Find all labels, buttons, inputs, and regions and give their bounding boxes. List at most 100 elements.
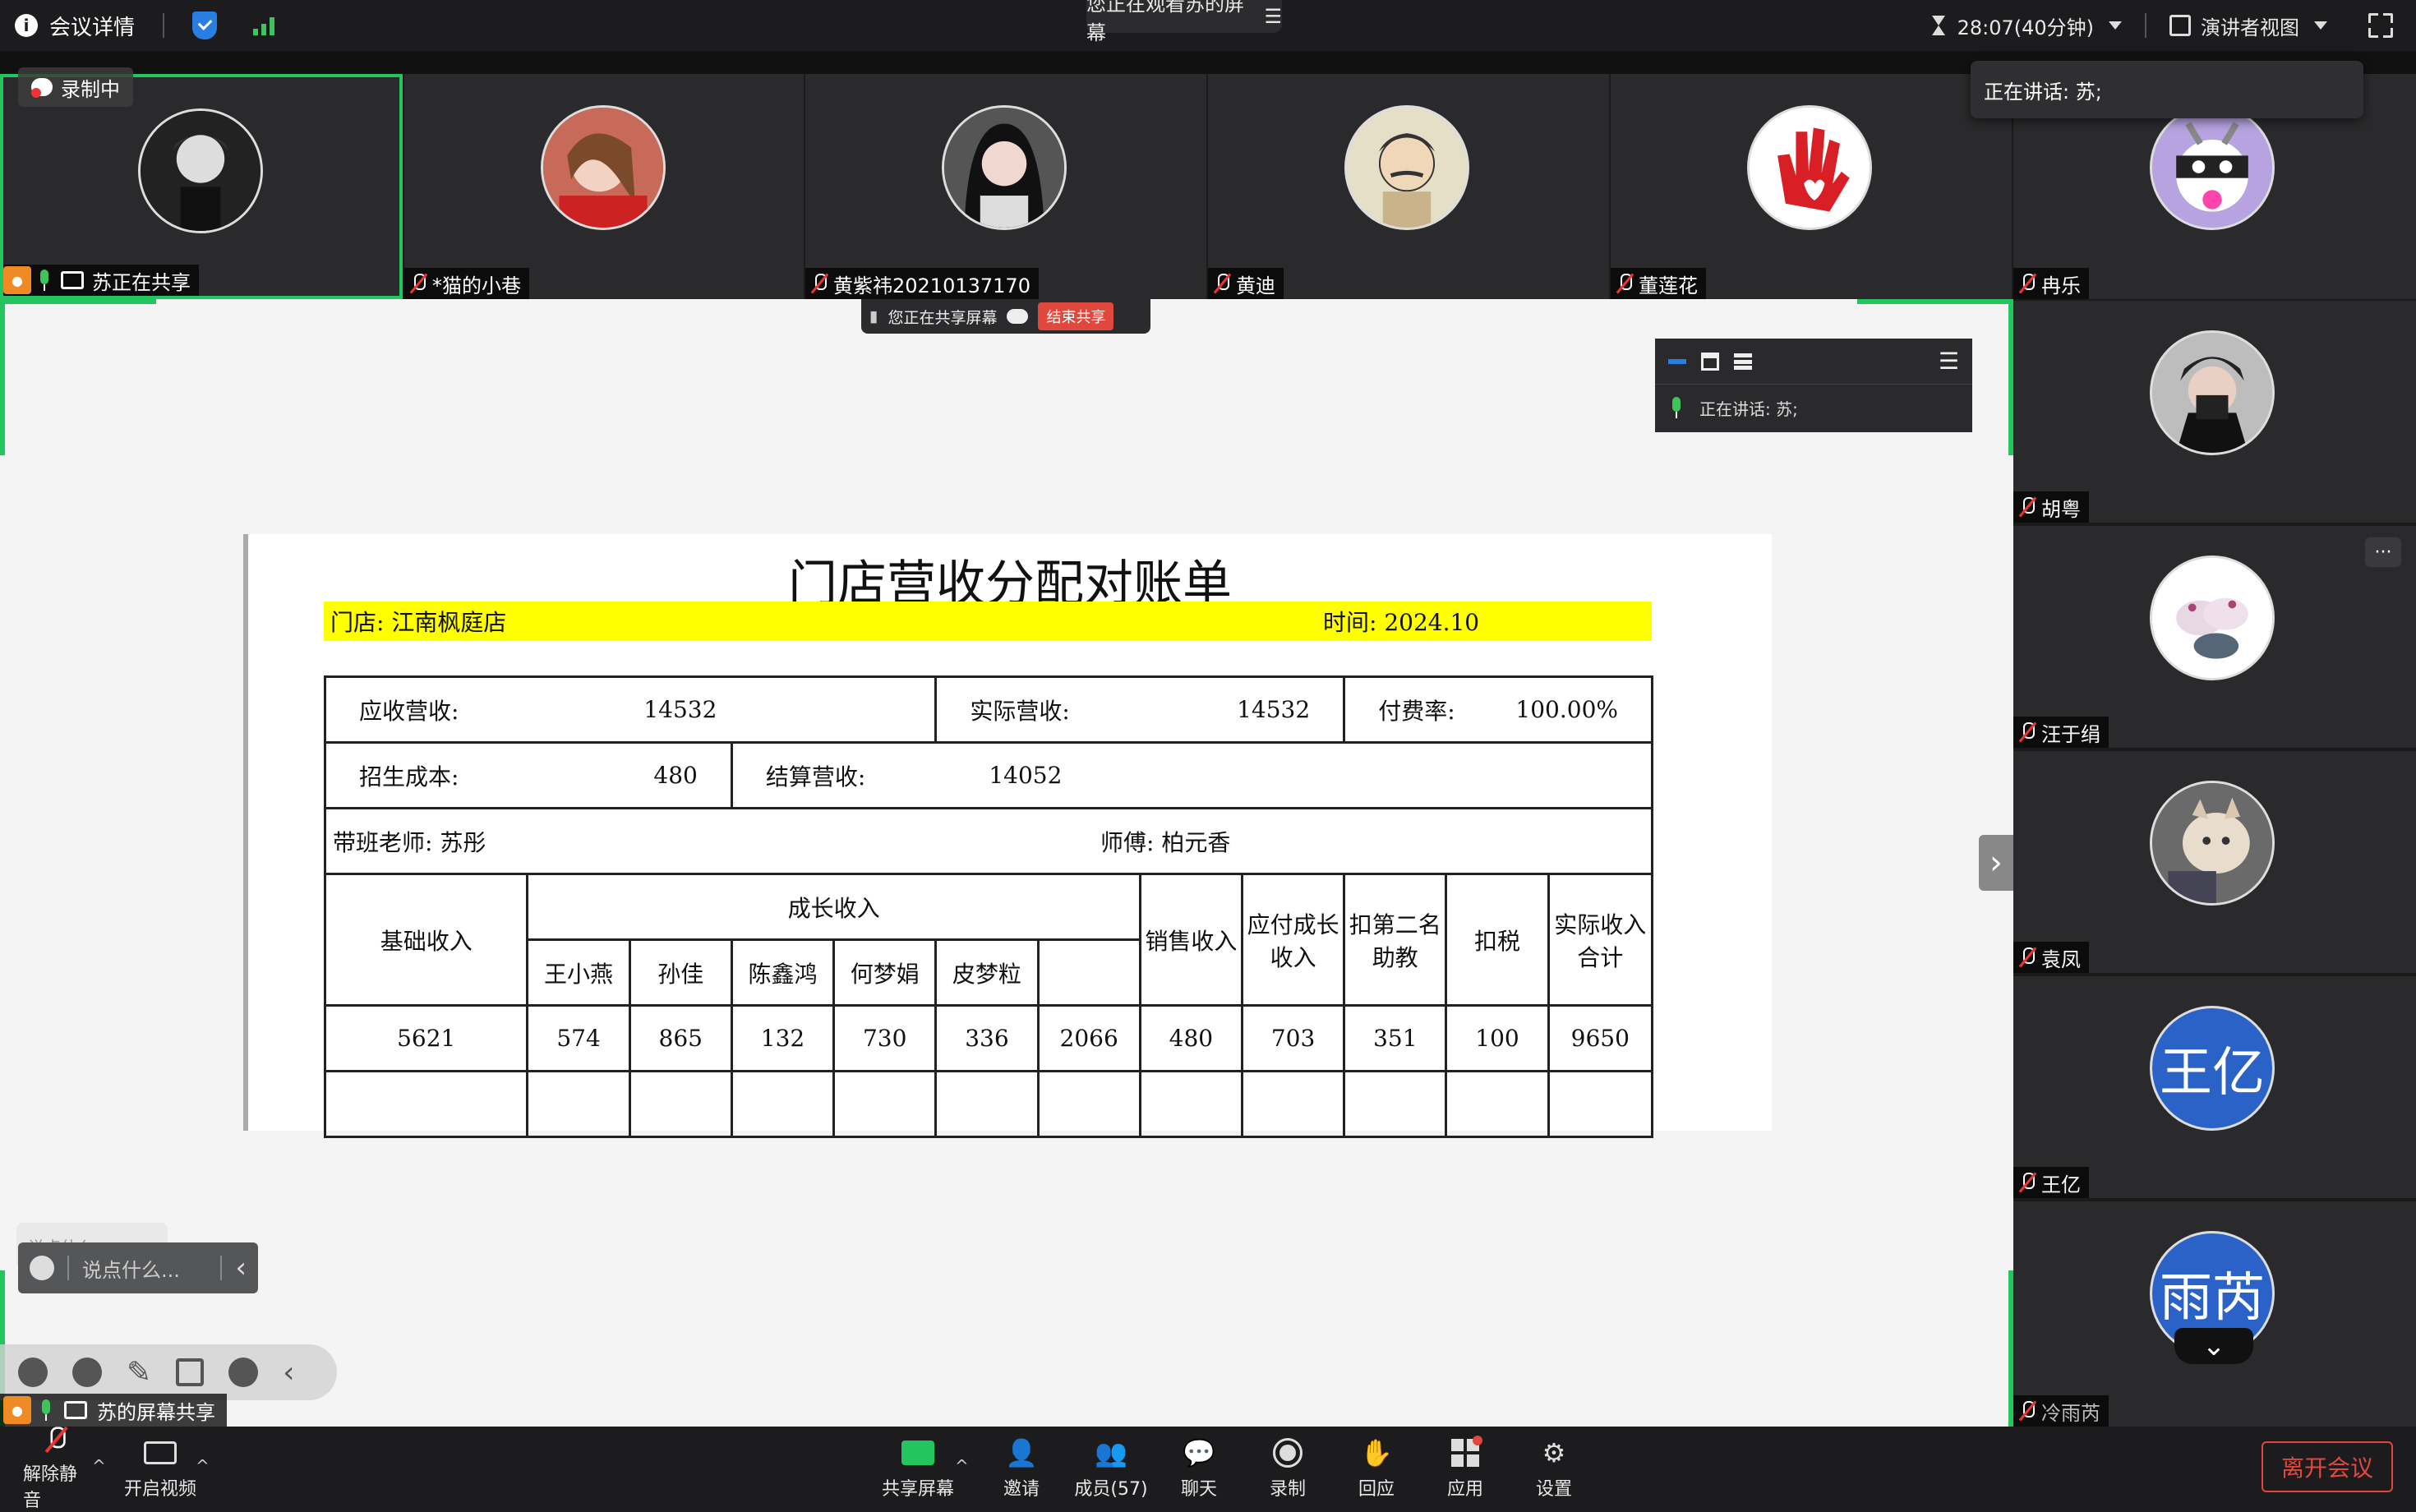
chevron-left-icon[interactable]: ‹ <box>235 1252 247 1284</box>
screen-share-icon <box>61 271 84 289</box>
next-icon[interactable] <box>72 1358 102 1387</box>
unmute-button[interactable]: 解除静音 <box>23 1427 89 1512</box>
view-mode-label[interactable]: 演讲者视图 <box>2201 12 2299 40</box>
table-cell: 730 <box>832 1004 938 1072</box>
video-tile[interactable]: 董莲花 <box>1611 74 2012 299</box>
video-tile[interactable]: *猫的小巷 <box>404 74 804 299</box>
video-tile[interactable]: 黄迪 <box>1208 74 1609 299</box>
previous-icon[interactable] <box>18 1358 48 1387</box>
divider <box>2145 13 2146 38</box>
table-cell: 480 <box>1138 1004 1243 1072</box>
participant-nameplate: 冉乐 <box>2013 268 2089 299</box>
pen-icon[interactable]: ✎ <box>127 1356 151 1390</box>
more-options-icon[interactable]: ··· <box>2365 537 2401 567</box>
collapse-panel-button[interactable]: › <box>1979 835 2013 891</box>
menu-icon[interactable]: ☰ <box>1939 348 1959 375</box>
chevron-down-icon[interactable] <box>2314 21 2327 30</box>
divider <box>67 1256 69 1280</box>
minimize-icon[interactable] <box>1668 358 1686 364</box>
active-speaker-popup: 正在讲话: 苏; <box>1971 61 2363 118</box>
participant-name: 苏正在共享 <box>92 270 191 294</box>
table-header: 应付成长收入 <box>1240 873 1346 1007</box>
record-button[interactable]: 录制 <box>1261 1427 1315 1512</box>
mic-muted-icon <box>2018 496 2036 518</box>
video-tile[interactable]: 汪于绢 <box>2013 526 2416 748</box>
mic-icon <box>38 1399 54 1421</box>
table-header: 何梦娟 <box>832 938 938 1007</box>
table-cell <box>730 1070 836 1138</box>
store-info-bar: 门店: 江南枫庭店 时间: 2024.10 <box>324 602 1652 641</box>
participant-nameplate: 苏正在共享 <box>3 265 199 296</box>
react-button[interactable]: ✋ 回应 <box>1349 1427 1404 1512</box>
table-cell <box>526 1070 631 1138</box>
video-tile[interactable]: 黄紫祎20210137170 <box>805 74 1206 299</box>
recording-badge[interactable]: 录制中 <box>18 67 133 107</box>
signal-strength-icon[interactable] <box>253 16 275 35</box>
video-tile[interactable]: 王亿 王亿 <box>2013 976 2416 1198</box>
table-header <box>1036 938 1141 1007</box>
chevron-down-icon[interactable] <box>2109 21 2122 30</box>
more-icon[interactable] <box>228 1358 259 1387</box>
emoji-icon[interactable] <box>30 1256 54 1280</box>
security-shield-icon[interactable] <box>192 12 218 39</box>
invite-button[interactable]: 👤 邀请 <box>994 1427 1049 1512</box>
start-video-button[interactable]: 开启视频 <box>123 1427 197 1512</box>
apps-button[interactable]: 应用 <box>1438 1427 1492 1512</box>
avatar <box>2150 330 2275 455</box>
list-view-icon[interactable] <box>1734 353 1752 370</box>
table-header: 王小燕 <box>526 938 631 1007</box>
table-cell <box>832 1070 938 1138</box>
meeting-timer[interactable]: 28:07(40分钟) <box>1957 12 2094 40</box>
viewing-screen-banner[interactable]: 您正在观看苏的屏幕 ☰ <box>1086 0 1282 44</box>
chevron-up-icon[interactable]: ^ <box>92 1456 106 1476</box>
mic-icon <box>1668 397 1685 418</box>
avatar <box>541 105 666 230</box>
menu-icon[interactable]: ☰ <box>1264 5 1282 28</box>
members-button[interactable]: 👥 成员(57) <box>1072 1427 1150 1512</box>
table-header: 扣税 <box>1445 873 1550 1007</box>
chevron-up-icon[interactable]: ^ <box>955 1456 969 1476</box>
time-label: 时间: 2024.10 <box>1323 609 1480 636</box>
table-cell <box>1547 1070 1654 1138</box>
members-icon: 👥 <box>1095 1437 1127 1468</box>
video-tile[interactable]: 苏正在共享 <box>0 74 403 299</box>
share-screen-button[interactable]: 共享屏幕 <box>881 1427 955 1512</box>
speaker-view-icon[interactable] <box>2169 15 2191 36</box>
floating-video-panel[interactable]: ☰ 正在讲话: 苏; <box>1655 339 1972 432</box>
cloud-record-icon[interactable] <box>1007 309 1029 324</box>
window-icon[interactable] <box>1701 352 1719 371</box>
screen-share-icon <box>64 1401 87 1419</box>
video-tile[interactable]: 胡粤 <box>2013 301 2416 523</box>
hourglass-icon <box>1930 14 1948 37</box>
table-cell: 9650 <box>1547 1004 1654 1072</box>
table-row: 基础收入 成长收入 销售收入 应付成长收入 扣第二名助教 扣税 实际收入合计 <box>323 873 1654 1007</box>
chat-input[interactable]: 说点什么... ‹ <box>18 1242 258 1293</box>
chevron-left-icon[interactable]: ‹ <box>283 1356 294 1390</box>
cell-label: 实际营收: <box>970 697 1070 725</box>
info-icon[interactable]: i <box>15 14 38 37</box>
meeting-window: { "topbar": { "meeting_details": "会议详情",… <box>0 0 2416 1512</box>
end-share-button[interactable]: 结束共享 <box>1038 302 1114 330</box>
leave-meeting-button[interactable]: 离开会议 <box>2262 1441 2393 1492</box>
table-row: 带班老师: 苏彤 师傅: 柏元香 <box>324 807 1653 875</box>
avatar <box>942 105 1067 230</box>
share-frame-corner <box>1857 299 2013 304</box>
scroll-down-button[interactable]: ⌄ <box>2174 1328 2253 1364</box>
screenshot-icon[interactable] <box>176 1358 205 1386</box>
sharing-label: 您正在共享屏幕 <box>888 308 998 327</box>
participant-name: 冷雨芮 <box>2041 1401 2100 1425</box>
chat-button[interactable]: 💬 聊天 <box>1172 1427 1226 1512</box>
settings-button[interactable]: ⚙ 设置 <box>1527 1427 1581 1512</box>
reaction-icon: ✋ <box>1360 1437 1393 1468</box>
meeting-details-label[interactable]: 会议详情 <box>49 11 135 41</box>
video-tile[interactable]: 袁凤 <box>2013 751 2416 973</box>
participant-nameplate: 王亿 <box>2013 1167 2089 1198</box>
divider <box>163 13 165 38</box>
video-tile[interactable]: 雨芮 冷雨芮 <box>2013 1201 2416 1427</box>
chevron-up-icon[interactable]: ^ <box>196 1456 210 1476</box>
table-cell <box>934 1070 1040 1138</box>
exit-fullscreen-icon[interactable] <box>2368 13 2393 38</box>
cell-value: 480 <box>653 762 698 789</box>
chat-placeholder[interactable]: 说点什么... <box>82 1254 207 1283</box>
table-cell: 带班老师: 苏彤 师傅: 柏元香 <box>324 807 1653 875</box>
